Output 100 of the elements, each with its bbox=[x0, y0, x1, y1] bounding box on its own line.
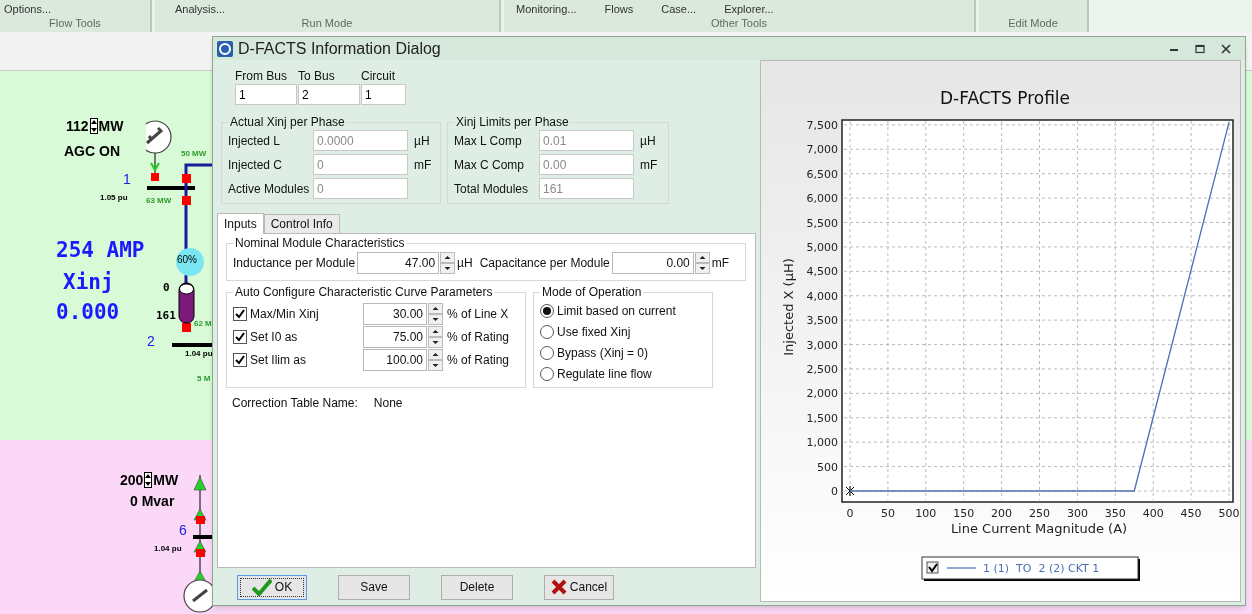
diagram-label: 1.05 pu bbox=[100, 194, 128, 202]
checkmark-icon bbox=[928, 563, 938, 573]
group-title: Xinj Limits per Phase bbox=[455, 115, 570, 129]
field-label: Max C Comp bbox=[454, 156, 525, 174]
y-tick-label: 5,500 bbox=[806, 216, 838, 230]
unit-label: % of Line X bbox=[447, 306, 509, 323]
spin-buttons[interactable] bbox=[428, 303, 443, 325]
number-field[interactable]: 75.00 bbox=[363, 326, 427, 348]
y-tick-label: 1,000 bbox=[806, 436, 838, 450]
unit-label: mF bbox=[711, 255, 730, 272]
field-value: None bbox=[373, 395, 403, 412]
radio-label: Use fixed Xinj bbox=[557, 324, 631, 341]
line-readout-text: 254 AMP bbox=[56, 240, 145, 261]
radio-button[interactable] bbox=[540, 325, 554, 339]
diagram-label: 62 M bbox=[194, 320, 212, 328]
radio-label: Regulate line flow bbox=[557, 366, 652, 383]
number-field[interactable]: 100.00 bbox=[363, 349, 427, 371]
y-tick-label: 6,500 bbox=[806, 167, 838, 181]
number-field[interactable]: 0.00 bbox=[611, 252, 694, 274]
checkmark-icon bbox=[251, 578, 272, 596]
ribbon-group-label: Flow Tools bbox=[48, 16, 102, 31]
field-label: Injected L bbox=[228, 132, 282, 150]
ok-button[interactable]: OK bbox=[237, 574, 307, 600]
diagram-label: 5 M bbox=[197, 375, 211, 383]
ribbon-command[interactable]: Analysis... bbox=[175, 4, 226, 15]
text-field[interactable]: 1 bbox=[235, 84, 297, 105]
ribbon-group-label: Run Mode bbox=[300, 16, 354, 31]
diagram-label: 0 Mvar bbox=[130, 494, 175, 508]
x-tick-label: 350 bbox=[1104, 507, 1126, 520]
number-field[interactable]: 47.00 bbox=[357, 252, 440, 274]
dialog-button[interactable]: Save bbox=[338, 574, 410, 600]
field-label: From Bus bbox=[235, 68, 288, 84]
group-title: Nominal Module Characteristics bbox=[234, 236, 406, 250]
generator-output-label: 200 MW bbox=[120, 472, 179, 488]
unit-label: mF bbox=[640, 156, 658, 174]
field-label: Inductance per Module bbox=[233, 255, 356, 272]
ribbon-command[interactable]: Case... bbox=[661, 4, 697, 15]
field-label: Capacitance per Module bbox=[479, 255, 610, 272]
radio-button[interactable] bbox=[540, 304, 554, 318]
y-tick-label: 4,500 bbox=[806, 265, 838, 279]
y-tick-label: 3,500 bbox=[806, 314, 838, 328]
group-title: Mode of Operation bbox=[541, 285, 643, 299]
ribbon-command[interactable]: Monitoring... bbox=[516, 4, 577, 15]
group-title: Auto Configure Characteristic Curve Parameters bbox=[234, 285, 494, 299]
checkbox-label: Max/Min Xinj bbox=[250, 306, 320, 323]
spin-icon bbox=[89, 118, 98, 134]
spin-buttons[interactable] bbox=[694, 252, 710, 274]
field-label: Correction Table Name: bbox=[232, 395, 358, 412]
spin-icon bbox=[144, 472, 153, 488]
ribbon-command[interactable]: Explorer... bbox=[724, 4, 774, 15]
tab[interactable]: Inputs bbox=[217, 213, 264, 234]
y-tick-label: 2,500 bbox=[806, 362, 838, 376]
checkbox[interactable] bbox=[233, 307, 247, 321]
diagram-label: 161 bbox=[156, 310, 176, 321]
x-tick-label: 150 bbox=[953, 507, 975, 520]
checkbox-label: Set Ilim as bbox=[250, 352, 307, 369]
ribbon-command[interactable]: Flows bbox=[604, 4, 634, 15]
spin-buttons[interactable] bbox=[440, 252, 456, 274]
legend-checkbox[interactable] bbox=[926, 561, 939, 574]
tab[interactable]: Control Info bbox=[263, 214, 340, 233]
y-tick-label: 0 bbox=[831, 485, 838, 498]
x-tick-label: 400 bbox=[1142, 507, 1164, 520]
y-tick-label: 1,500 bbox=[806, 411, 838, 425]
field-label: Active Modules bbox=[228, 180, 311, 198]
text-field[interactable]: 1 bbox=[361, 84, 406, 105]
spin-buttons[interactable] bbox=[428, 326, 443, 348]
y-axis-title: Injected X (µH) bbox=[781, 258, 796, 356]
close-icon bbox=[1221, 43, 1231, 54]
field-label: Circuit bbox=[361, 68, 396, 84]
checkbox[interactable] bbox=[233, 353, 247, 367]
spin-buttons[interactable] bbox=[428, 349, 443, 371]
ribbon-group-label: Other Tools bbox=[709, 16, 769, 31]
x-tick-label: 300 bbox=[1066, 507, 1088, 520]
radio-label: Bypass (Xinj = 0) bbox=[557, 345, 649, 362]
chart-title: D-FACTS Profile bbox=[939, 88, 1071, 108]
diagram-label: 1.04 pu bbox=[154, 545, 182, 553]
y-tick-label: 5,000 bbox=[806, 240, 838, 254]
group-title: Actual Xinj per Phase bbox=[229, 115, 346, 129]
unit-label: µH bbox=[640, 132, 656, 150]
checkbox[interactable] bbox=[233, 330, 247, 344]
number-field[interactable]: 30.00 bbox=[363, 303, 427, 325]
radio-button[interactable] bbox=[540, 367, 554, 381]
diagram-label: 6 bbox=[179, 523, 187, 537]
x-tick-label: 450 bbox=[1180, 507, 1202, 520]
ribbon-command[interactable]: Options... bbox=[4, 4, 52, 15]
dialog-button[interactable]: Delete bbox=[441, 574, 513, 600]
cancel-button[interactable]: Cancel bbox=[544, 574, 614, 600]
text-field[interactable]: 2 bbox=[298, 84, 360, 105]
y-tick-label: 6,000 bbox=[806, 192, 838, 206]
diagram-label: 1.04 pu bbox=[185, 350, 213, 358]
x-tick-label: 200 bbox=[991, 507, 1013, 520]
radio-button[interactable] bbox=[540, 346, 554, 360]
y-tick-label: 3,000 bbox=[806, 338, 838, 352]
maximize-icon bbox=[1195, 43, 1205, 54]
field-label: To Bus bbox=[298, 68, 336, 84]
diagram-label: AGC ON bbox=[64, 144, 120, 158]
diagram-label: 0 bbox=[163, 282, 170, 293]
ribbon-group-label: Edit Mode bbox=[1007, 16, 1059, 31]
unit-label: µH bbox=[414, 132, 430, 150]
diagram-label: 1 bbox=[123, 172, 131, 186]
